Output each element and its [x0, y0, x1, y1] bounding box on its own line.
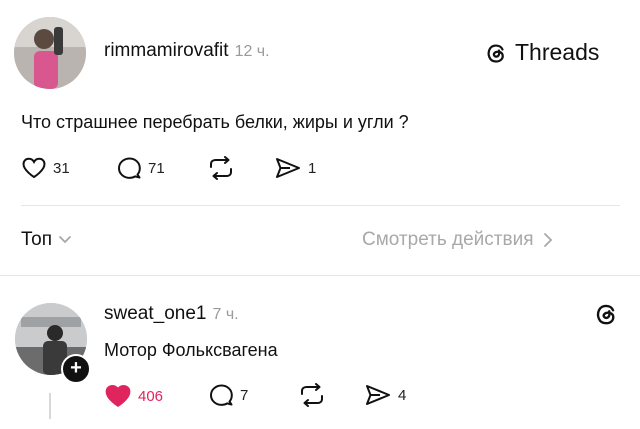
post-like-button[interactable]: 31	[21, 156, 70, 180]
heart-icon	[104, 383, 132, 409]
reply-text: Мотор Фольксвагена	[104, 340, 278, 360]
reply-like-button[interactable]: 406	[104, 383, 163, 409]
reply-reply-button[interactable]: 7	[208, 383, 248, 407]
post-share-button[interactable]: 1	[274, 156, 316, 180]
reply-reply-count: 7	[240, 386, 249, 404]
divider	[0, 275, 640, 276]
chevron-right-icon	[543, 232, 553, 248]
post-reply-count: 71	[148, 159, 165, 177]
view-activity-label: Смотреть действия	[362, 229, 534, 250]
divider	[21, 205, 620, 206]
heart-icon	[21, 156, 47, 180]
sort-label: Топ	[21, 229, 52, 250]
post-author-avatar[interactable]	[14, 17, 86, 89]
post-text: Что страшнее перебрать белки, жиры и угл…	[21, 112, 409, 132]
comment-icon	[116, 156, 142, 180]
post-username[interactable]: rimmamirovafit	[104, 40, 229, 62]
share-icon	[274, 156, 302, 180]
view-activity-link[interactable]: Смотреть действия	[362, 229, 553, 251]
chevron-down-icon	[58, 235, 72, 245]
share-icon	[364, 383, 392, 407]
reply-timestamp: 7 ч.	[212, 306, 239, 323]
threads-brand[interactable]: Threads	[484, 39, 599, 66]
reply-share-count: 4	[398, 386, 407, 404]
reply-repost-button[interactable]	[297, 383, 327, 407]
threads-brand-label: Threads	[515, 39, 600, 65]
post-reply-button[interactable]: 71	[116, 156, 165, 180]
threads-logo-icon	[484, 41, 508, 65]
threads-logo-icon[interactable]	[593, 301, 619, 327]
post-timestamp: 12 ч.	[234, 43, 270, 60]
repost-icon	[206, 156, 236, 180]
repost-icon	[297, 383, 327, 407]
comment-icon	[208, 383, 234, 407]
reply-username[interactable]: sweat_one1	[104, 303, 206, 325]
plus-icon: +	[70, 357, 82, 379]
sort-dropdown[interactable]: Топ	[21, 229, 72, 251]
follow-plus-button[interactable]: +	[61, 354, 91, 384]
post-repost-button[interactable]	[206, 156, 236, 180]
reply-like-count: 406	[138, 387, 164, 405]
post-share-count: 1	[308, 159, 317, 177]
reply-share-button[interactable]: 4	[364, 383, 406, 407]
post-like-count: 31	[53, 159, 70, 177]
thread-line	[49, 393, 51, 419]
